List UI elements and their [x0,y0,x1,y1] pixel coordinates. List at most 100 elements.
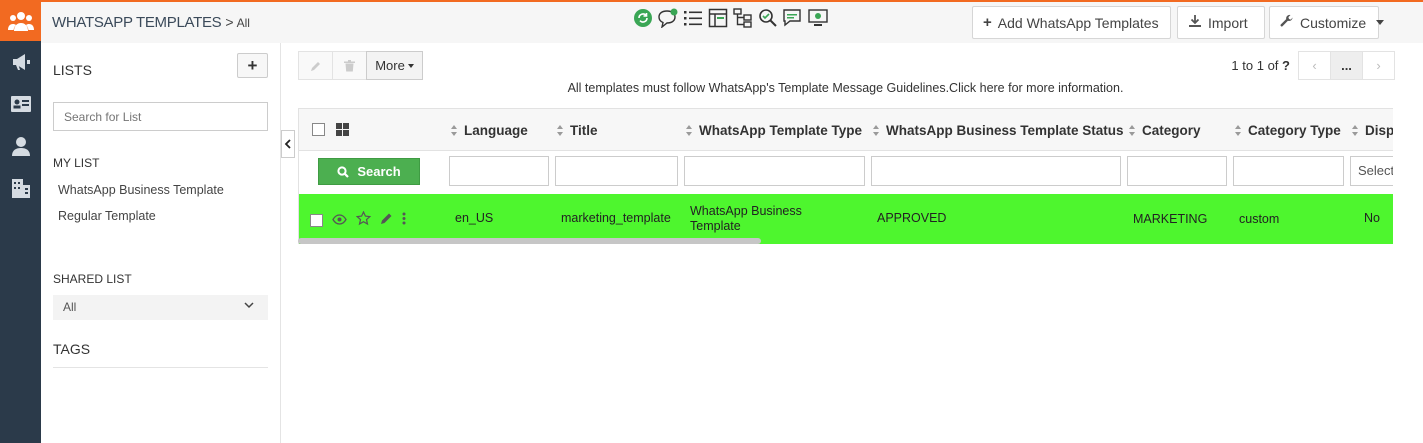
title-filter-input[interactable] [555,156,678,186]
shared-list-value: All [63,300,77,314]
module-title[interactable]: WhatsApp Templates [52,14,222,31]
delete-button[interactable] [332,51,367,80]
top-bar: WhatsApp Templates > All + Add WhatsApp Te… [41,0,1423,43]
search-icon [337,165,350,178]
my-list-title: MY LIST [53,156,100,170]
collapse-panel-button[interactable] [281,130,295,158]
row-checkbox[interactable] [310,213,323,227]
prev-page-button[interactable]: ‹ [1298,51,1331,80]
megaphone-icon[interactable] [0,47,41,77]
column-header-template-status[interactable]: WhatsApp Business Template Status [873,123,1124,138]
category-filter-input[interactable] [1127,156,1227,186]
column-header-language[interactable]: Language [451,123,528,138]
chat-icon[interactable] [782,7,804,29]
templates-table: Language Title WhatsApp Template Type Wh… [298,108,1393,244]
pager-range: 1 to 1 [1231,58,1264,73]
search-check-icon[interactable] [757,7,779,29]
chat-add-icon[interactable] [657,7,679,29]
tags-title: TAGS [53,341,91,357]
current-view[interactable]: All [237,16,250,30]
list-search-input[interactable] [53,102,268,131]
person-icon[interactable] [0,131,41,161]
filter-row: Search Select [299,151,1393,194]
list-item[interactable]: Regular Template [58,209,156,223]
hierarchy-icon[interactable] [732,7,754,29]
import-button[interactable]: Import [1177,6,1265,39]
guidelines-notice[interactable]: All templates must follow WhatsApp's Tem… [296,81,1395,95]
customize-button[interactable]: Customize [1269,6,1385,39]
column-header-template-type[interactable]: WhatsApp Template Type [686,123,862,138]
column-header-category-type[interactable]: Category Type [1235,123,1341,138]
pager-total[interactable]: ? [1282,58,1290,73]
sort-icon [557,124,564,137]
template-status-filter-input[interactable] [871,156,1121,186]
row-actions [310,210,406,229]
column-label: WhatsApp Business Template Status [886,123,1124,138]
search-button[interactable]: Search [318,158,420,185]
language-filter-input[interactable] [449,156,549,186]
select-all-checkbox[interactable] [312,123,325,136]
chevron-down-icon [244,299,254,313]
column-label: Category [1142,123,1201,138]
plus-icon: + [983,14,992,31]
caret-down-icon [1376,20,1385,25]
next-page-button[interactable]: › [1362,51,1395,80]
column-header-title[interactable]: Title [557,123,598,138]
layout-icon[interactable] [707,7,729,29]
pencil-icon[interactable] [380,212,393,228]
table-row[interactable]: en_US marketing_template WhatsApp Busine… [299,194,1393,244]
cell-template-status: APPROVED [877,211,947,225]
chevron-left-icon [284,139,291,149]
disp-filter-select[interactable]: Select [1350,156,1393,186]
column-label: Category Type [1248,123,1341,138]
column-label: Disp [1365,123,1393,138]
grid-view-icon[interactable] [336,123,349,139]
more-label: More [375,58,405,73]
cell-disp: No [1364,211,1380,225]
record-toolbar: More [298,51,423,80]
column-header-disp[interactable]: Disp [1352,123,1393,138]
cell-category-type: custom [1239,212,1280,226]
column-header-category[interactable]: Category [1129,123,1201,138]
list-icon[interactable] [682,7,704,29]
column-label: Title [570,123,598,138]
users-icon[interactable] [0,0,41,41]
left-rail [0,0,41,443]
building-icon[interactable] [0,173,41,203]
add-whatsapp-templates-button[interactable]: + Add WhatsApp Templates [972,6,1171,39]
sort-icon [1235,124,1242,137]
search-button-label: Search [357,164,401,179]
cell-template-type: WhatsApp Business Template [690,204,802,233]
download-icon [1188,14,1202,31]
sort-icon [873,124,880,137]
import-button-label: Import [1208,14,1248,31]
add-list-button[interactable]: + [237,53,268,78]
list-item[interactable]: WhatsApp Business Template [58,183,224,197]
shared-list-select[interactable]: All [53,295,268,320]
template-type-filter-input[interactable] [684,156,865,186]
category-type-filter-input[interactable] [1233,156,1344,186]
refresh-icon[interactable] [632,7,654,29]
breadcrumb-separator: > [225,14,234,30]
more-dropdown[interactable]: More [366,51,423,80]
cell-category: MARKETING [1133,212,1208,226]
column-label: Language [464,123,528,138]
pager-of: of [1267,58,1279,73]
column-label: WhatsApp Template Type [699,123,863,138]
add-button-label: Add WhatsApp Templates [997,14,1159,31]
kebab-menu-icon[interactable] [402,212,406,228]
edit-button[interactable] [298,51,333,80]
horizontal-scrollbar[interactable] [298,238,761,244]
sort-icon [686,124,693,137]
monitor-icon[interactable] [807,7,829,29]
lists-panel: LISTS + MY LIST WhatsApp Business Templa… [41,43,281,443]
eye-icon[interactable] [332,213,347,228]
cell-title[interactable]: marketing_template [561,211,671,225]
lists-title: LISTS [53,62,92,78]
wrench-icon [1280,14,1294,31]
id-card-icon[interactable] [0,89,41,119]
table-header: Language Title WhatsApp Template Type Wh… [299,108,1393,151]
star-icon[interactable] [355,210,372,229]
divider [53,367,268,368]
page-options-button[interactable]: ... [1330,51,1363,80]
